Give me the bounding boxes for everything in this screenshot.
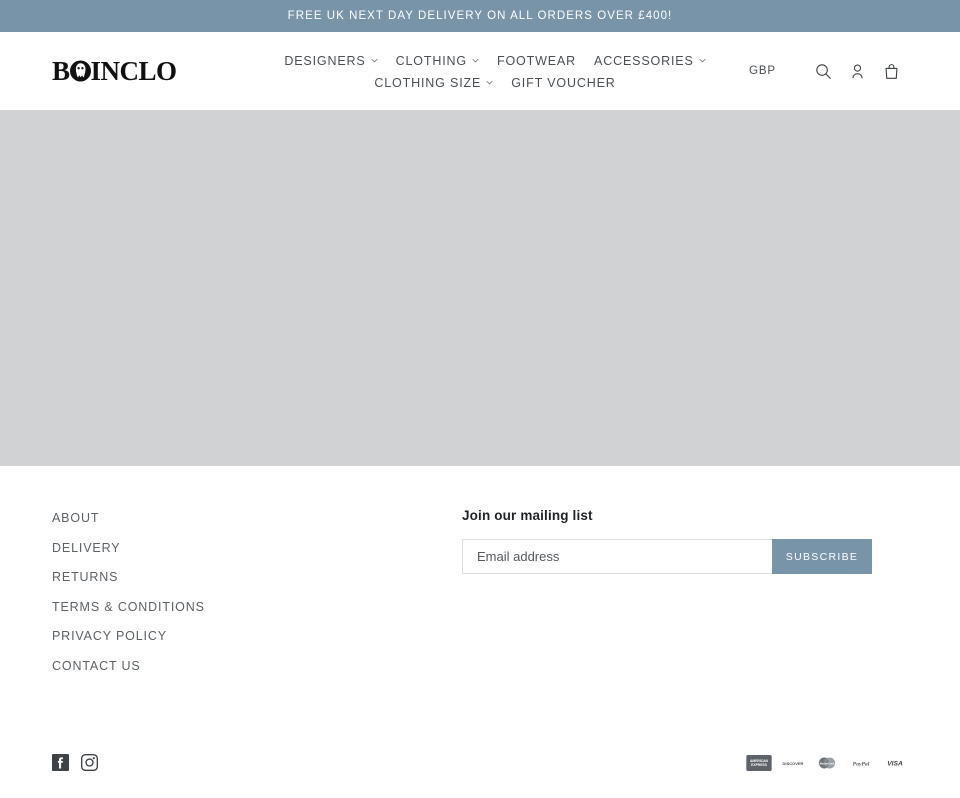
payment-methods: AMERICAN EXPRESS DISCOVER MasterCard PayP…	[746, 754, 908, 771]
list-item	[52, 754, 69, 771]
subscribe-button[interactable]: SUBSCRIBE	[772, 539, 872, 574]
copyright-row: © 2018, boinclo	[52, 771, 908, 798]
nav-item-label: ACCESSORIES	[594, 54, 694, 68]
logo-wordmark: B INCLO	[52, 55, 178, 86]
announcement-bar: FREE UK NEXT DAY DELIVERY ON ALL ORDERS …	[0, 0, 960, 32]
search-icon[interactable]	[806, 54, 840, 88]
email-field[interactable]	[462, 539, 772, 574]
footer-link-returns[interactable]: RETURNS	[52, 570, 118, 584]
newsletter-signup: Join our mailing list SUBSCRIBE	[462, 506, 908, 574]
nav-item-gift-voucher[interactable]: GIFT VOUCHER	[502, 72, 624, 94]
list-item: RETURNS	[52, 568, 462, 586]
nav-item-clothing[interactable]: CLOTHING	[387, 50, 488, 72]
announcement-text: FREE UK NEXT DAY DELIVERY ON ALL ORDERS …	[287, 10, 673, 22]
chevron-down-icon	[699, 57, 706, 64]
cart-icon[interactable]	[874, 54, 908, 88]
nav-item-label: CLOTHING	[395, 54, 467, 68]
footer-link-delivery[interactable]: DELIVERY	[52, 541, 120, 555]
logo-ghost-icon	[69, 60, 91, 82]
chevron-down-icon	[486, 79, 493, 86]
chevron-down-icon	[371, 57, 378, 64]
list-item	[81, 754, 98, 771]
list-item: ABOUT	[52, 509, 462, 527]
facebook-icon[interactable]	[52, 754, 69, 771]
nav-item-label: FOOTWEAR	[496, 54, 577, 68]
list-item: DELIVERY	[52, 539, 462, 557]
american-express-icon: AMERICAN EXPRESS	[746, 754, 772, 771]
nav-item-footwear[interactable]: FOOTWEAR	[488, 50, 585, 72]
chevron-down-icon	[472, 57, 479, 64]
nav-item-accessories[interactable]: ACCESSORIES	[585, 50, 715, 72]
instagram-icon[interactable]	[81, 754, 98, 771]
main-navigation: DESIGNERS CLOTHING FOOTWEAR ACCESSORIES …	[267, 48, 723, 94]
site-header: B INCLO DESIGNERS CLOTHING FOOTWEAR ACCES…	[0, 32, 960, 110]
social-links	[52, 754, 98, 771]
footer-link-privacy-policy[interactable]: PRIVACY POLICY	[52, 629, 167, 643]
nav-row-secondary: CLOTHING SIZE GIFT VOUCHER	[365, 72, 624, 94]
footer-link-terms-conditions[interactable]: TERMS & CONDITIONS	[52, 600, 205, 614]
newsletter-title: Join our mailing list	[462, 508, 593, 523]
site-footer: ABOUT DELIVERY RETURNS TERMS & CONDITION…	[0, 466, 960, 798]
footer-bottom: AMERICAN EXPRESS DISCOVER MasterCard PayP…	[52, 686, 908, 771]
discover-icon: DISCOVER	[780, 754, 806, 771]
footer-top: ABOUT DELIVERY RETURNS TERMS & CONDITION…	[52, 506, 908, 686]
hero-image-placeholder	[0, 110, 960, 466]
logo-text-after: INCLO	[90, 55, 178, 86]
svg-text:DISCOVER: DISCOVER	[783, 760, 804, 765]
svg-text:EXPRESS: EXPRESS	[751, 763, 768, 767]
header-actions: GBP	[723, 54, 908, 88]
paypal-icon: PayPal	[848, 754, 874, 771]
logo-text-before: B	[52, 55, 70, 86]
list-item: CONTACT US	[52, 657, 462, 675]
nav-item-clothing-size[interactable]: CLOTHING SIZE	[365, 72, 502, 94]
nav-item-label: DESIGNERS	[284, 54, 366, 68]
mastercard-icon: MasterCard	[814, 754, 840, 771]
svg-text:PayPal: PayPal	[853, 761, 870, 767]
footer-menu: ABOUT DELIVERY RETURNS TERMS & CONDITION…	[52, 506, 462, 686]
account-icon[interactable]	[840, 54, 874, 88]
visa-icon: VISA	[882, 754, 908, 771]
nav-item-label: CLOTHING SIZE	[374, 76, 482, 90]
list-item: PRIVACY POLICY	[52, 627, 462, 645]
footer-link-contact-us[interactable]: CONTACT US	[52, 659, 141, 673]
currency-selector[interactable]: GBP	[749, 65, 776, 77]
nav-item-designers[interactable]: DESIGNERS	[275, 50, 386, 72]
nav-row-primary: DESIGNERS CLOTHING FOOTWEAR ACCESSORIES	[275, 50, 714, 72]
nav-item-label: GIFT VOUCHER	[511, 76, 616, 90]
svg-text:VISA: VISA	[887, 760, 903, 767]
newsletter-form: SUBSCRIBE	[462, 539, 872, 574]
list-item: TERMS & CONDITIONS	[52, 598, 462, 616]
footer-link-about[interactable]: ABOUT	[52, 511, 99, 525]
site-logo[interactable]: B INCLO	[52, 55, 267, 86]
svg-text:MasterCard: MasterCard	[820, 761, 835, 765]
